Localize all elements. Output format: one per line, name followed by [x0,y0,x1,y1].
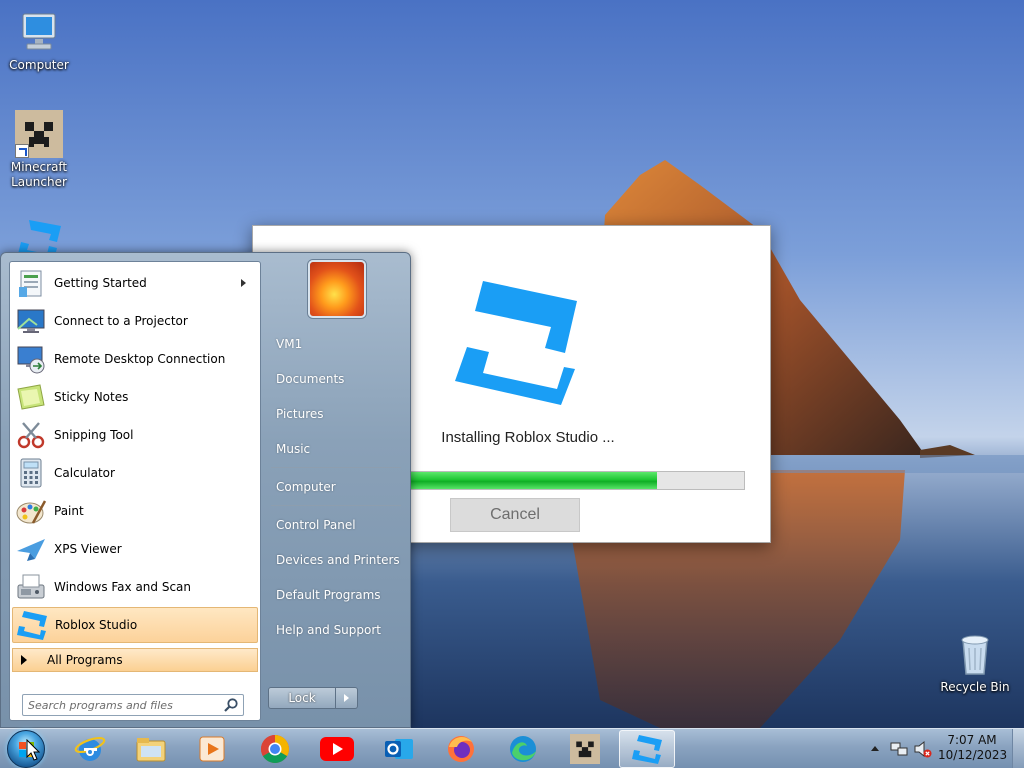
start-item-remote-desktop[interactable]: Remote Desktop Connection [12,341,258,377]
start-link-default-programs[interactable]: Default Programs [268,579,404,611]
sticky-notes-icon [15,381,47,413]
start-link-separator [271,505,401,506]
all-programs-arrow-icon [21,655,27,665]
start-item-getting-started[interactable]: Getting Started [12,265,258,301]
chrome-icon [261,735,289,763]
search-icon[interactable] [223,697,239,713]
start-item-snipping-tool[interactable]: Snipping Tool [12,417,258,453]
minecraft-icon [15,110,63,158]
start-link-computer[interactable]: Computer [268,471,404,503]
roblox-studio-icon [455,281,577,405]
xps-viewer-icon [15,533,47,565]
fax-scan-icon [15,571,47,603]
lock-button[interactable]: Lock [268,687,336,709]
outlook-icon [385,739,413,759]
cancel-button[interactable]: Cancel [450,498,580,532]
start-menu: Getting Started Connect to a Projector R… [0,252,411,728]
internet-explorer-icon [74,736,106,761]
volume-muted-icon[interactable] [914,740,932,758]
start-item-sticky-notes[interactable]: Sticky Notes [12,379,258,415]
edge-icon [510,736,536,762]
desktop-icon-minecraft-launcher[interactable]: Minecraft Launcher [3,110,75,190]
show-hidden-icons-chevron-icon[interactable] [870,744,880,754]
computer-icon [15,8,63,56]
start-link-separator [271,467,401,468]
show-desktop-button[interactable] [1012,729,1024,768]
start-item-connect-to-projector[interactable]: Connect to a Projector [12,303,258,339]
start-menu-programs-pane: Getting Started Connect to a Projector R… [9,261,261,721]
snipping-tool-icon [15,419,47,451]
all-programs-label: All Programs [47,653,123,667]
taskbar-roblox-studio[interactable] [619,730,675,768]
desktop-icon-label: Computer [9,58,69,72]
paint-icon [15,495,47,527]
start-item-label: Paint [54,504,84,518]
desktop-icon-label: Recycle Bin [940,680,1010,694]
start-link-devices-printers[interactable]: Devices and Printers [268,544,404,576]
start-link-pictures[interactable]: Pictures [268,398,404,430]
user-avatar[interactable] [308,260,366,318]
taskbar: 7:07 AM 10/12/2023 [0,728,1024,768]
start-search-box[interactable] [22,694,244,716]
desktop-icon-recycle-bin[interactable]: Recycle Bin [939,630,1011,695]
network-icon[interactable] [890,740,908,758]
start-item-roblox-studio[interactable]: Roblox Studio [12,607,258,643]
calculator-icon [15,457,47,489]
power-options-arrow-button[interactable] [336,687,358,709]
start-link-user-folder[interactable]: VM1 [268,328,404,360]
taskbar-minecraft[interactable] [557,730,613,768]
start-item-label: Roblox Studio [55,618,138,632]
start-item-label: Remote Desktop Connection [54,352,226,366]
clock-time: 7:07 AM [947,733,997,747]
taskbar-media-player[interactable] [184,730,240,768]
start-item-label: XPS Viewer [54,542,122,556]
minecraft-icon [570,734,600,764]
start-item-label: Getting Started [54,276,147,290]
start-item-label: Calculator [54,466,115,480]
projector-icon [15,305,47,337]
start-item-label: Windows Fax and Scan [54,580,192,594]
roblox-studio-icon [16,609,48,641]
start-item-windows-fax-scan[interactable]: Windows Fax and Scan [12,569,258,605]
taskbar-clock[interactable]: 7:07 AM 10/12/2023 [938,733,1008,763]
media-player-icon [199,736,225,762]
shortcut-arrow-icon [15,144,29,158]
clock-date: 10/12/2023 [938,748,1008,762]
recycle-bin-icon [951,630,999,678]
start-link-documents[interactable]: Documents [268,363,404,395]
start-item-label: Snipping Tool [54,428,134,442]
submenu-arrow-icon [241,279,246,287]
start-item-calculator[interactable]: Calculator [12,455,258,491]
youtube-icon [320,737,354,761]
lock-button-group: Lock [268,687,358,709]
start-item-label: Sticky Notes [54,390,129,404]
getting-started-icon [15,267,47,299]
remote-desktop-icon [15,343,47,375]
desktop-icon-label: Minecraft Launcher [10,160,68,189]
file-explorer-icon [136,738,166,762]
start-link-control-panel[interactable]: Control Panel [268,509,404,541]
roblox-studio-icon [632,735,662,764]
search-input[interactable] [23,696,223,714]
start-link-music[interactable]: Music [268,433,404,465]
firefox-icon [448,736,474,762]
taskbar-youtube[interactable] [309,730,365,768]
start-link-help-support[interactable]: Help and Support [268,614,404,646]
taskbar-outlook[interactable] [371,730,427,768]
taskbar-internet-explorer[interactable] [62,730,118,768]
taskbar-edge[interactable] [495,730,551,768]
start-item-paint[interactable]: Paint [12,493,258,529]
system-tray: 7:07 AM 10/12/2023 [866,729,1024,768]
taskbar-chrome[interactable] [247,730,303,768]
all-programs-button[interactable]: All Programs [12,648,258,672]
start-item-label: Connect to a Projector [54,314,188,328]
taskbar-file-explorer[interactable] [123,730,179,768]
desktop-icon-computer[interactable]: Computer [3,8,75,73]
taskbar-firefox[interactable] [433,730,489,768]
mouse-cursor-icon [26,739,40,761]
start-item-xps-viewer[interactable]: XPS Viewer [12,531,258,567]
